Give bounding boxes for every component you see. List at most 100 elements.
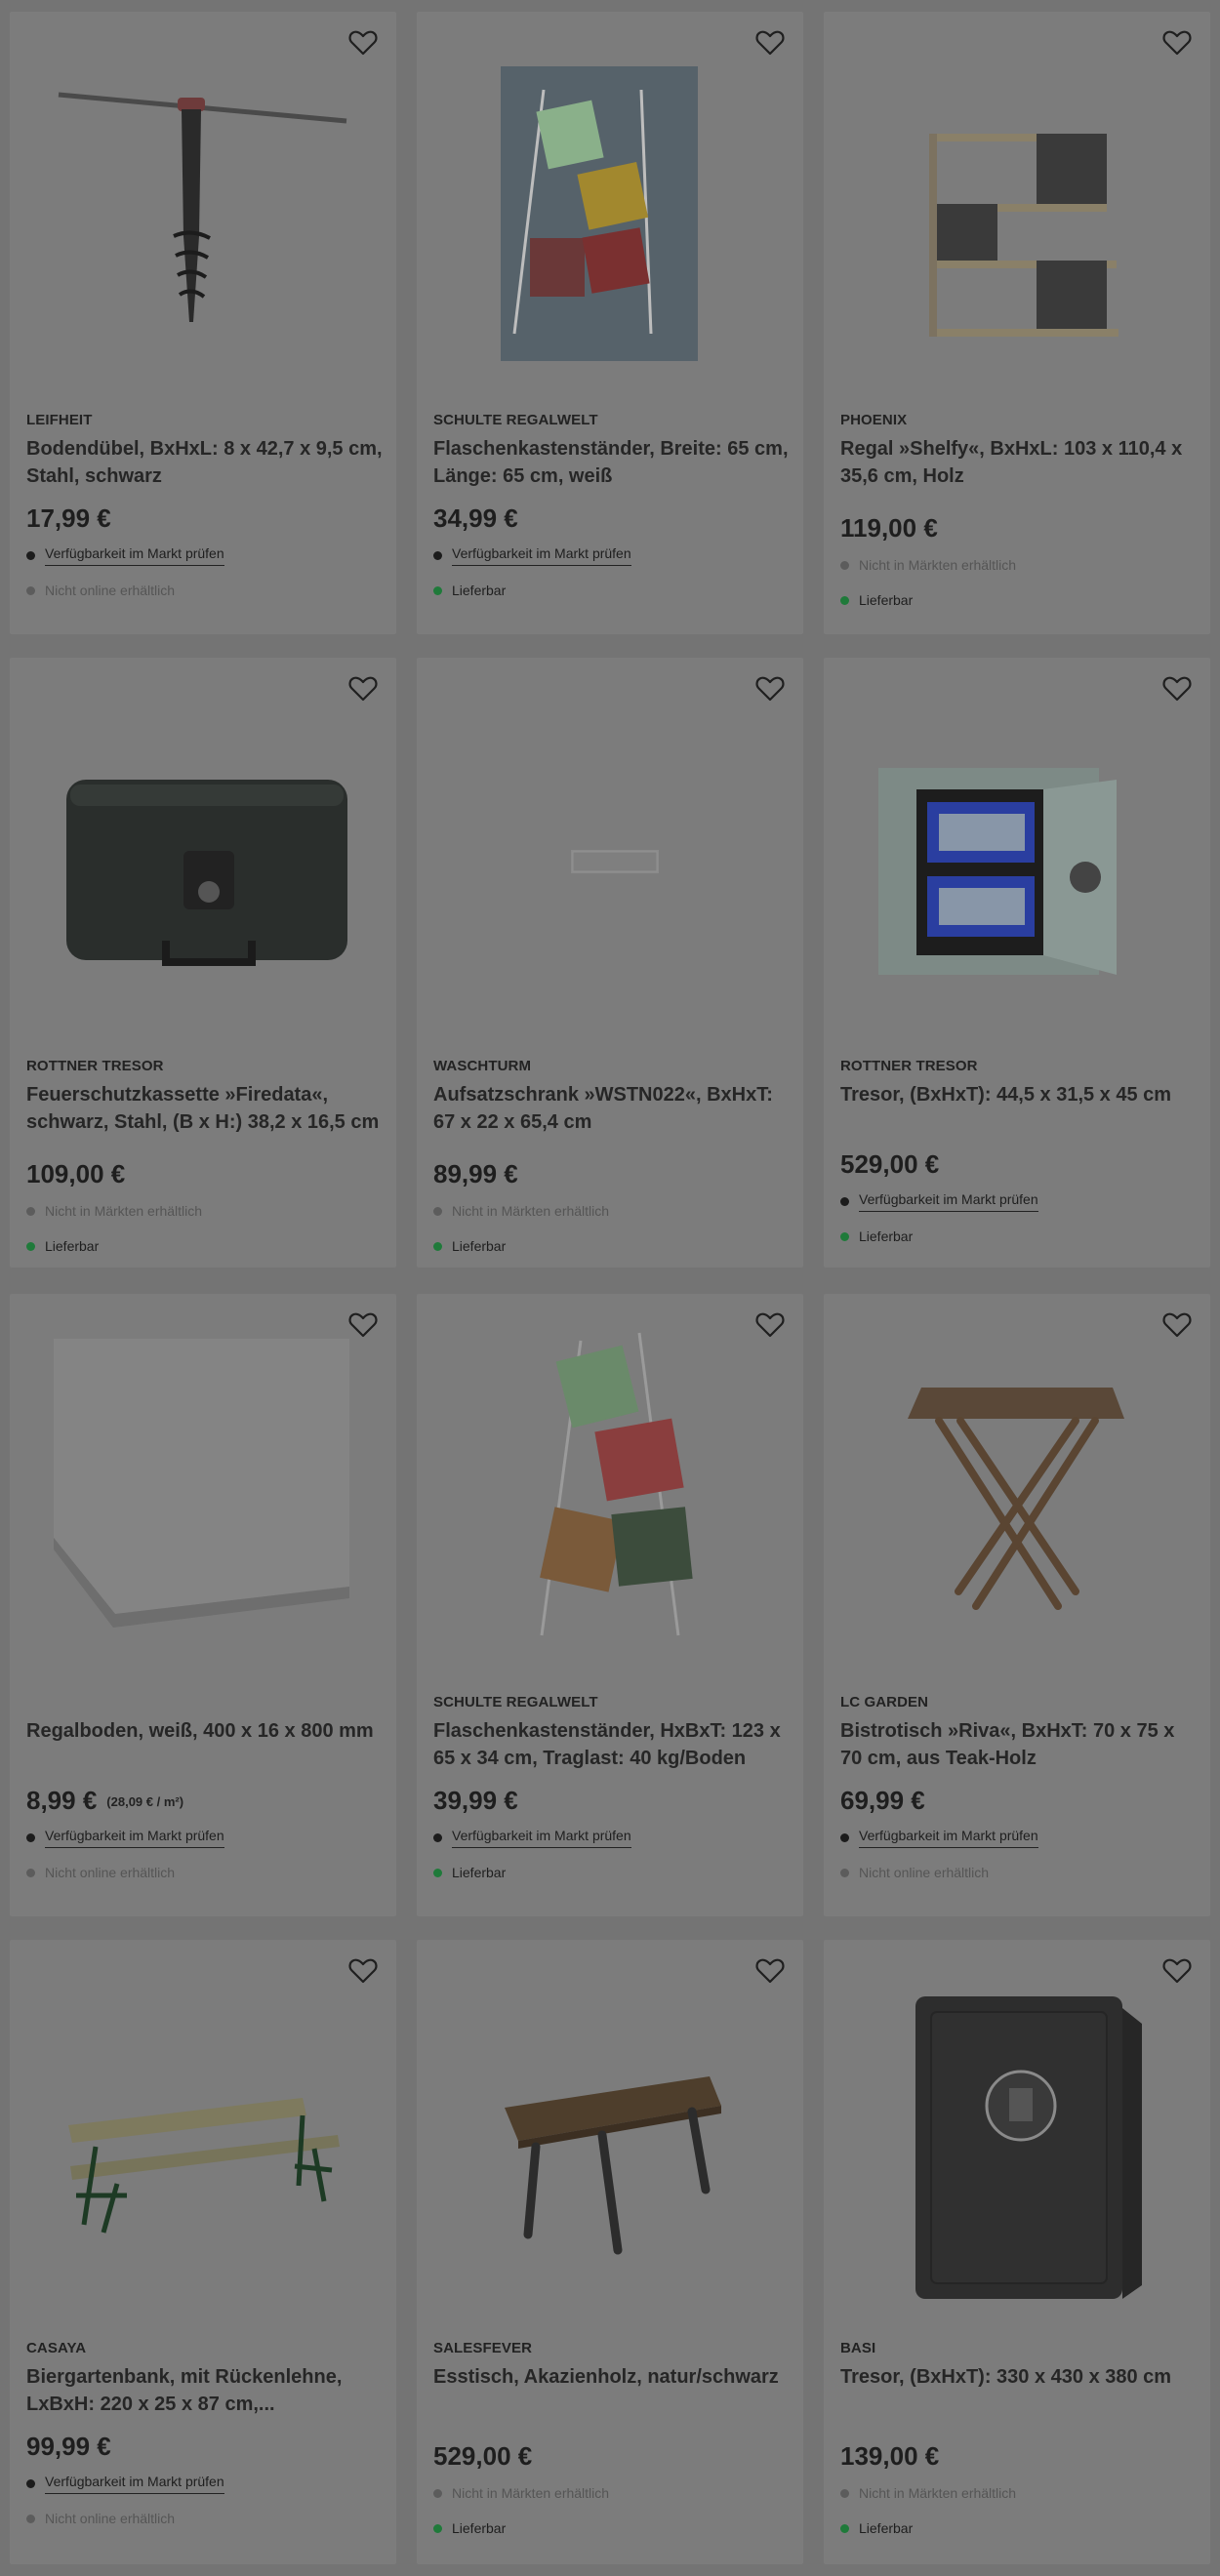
- status-dot-icon: [26, 1241, 35, 1251]
- status-dot-icon: [433, 1832, 442, 1842]
- status-dot-icon: [26, 2514, 35, 2523]
- availability-label: Nicht online erhältlich: [45, 583, 176, 598]
- safe-closed-image[interactable]: [824, 1940, 1210, 2330]
- price-row: 529,00 €: [433, 2441, 790, 2475]
- status-dot-icon: [433, 1868, 442, 1877]
- price-row: 529,00 €: [840, 1149, 1197, 1183]
- heart-icon[interactable]: [347, 1309, 379, 1341]
- heart-icon[interactable]: [347, 1955, 379, 1987]
- store-availability[interactable]: Verfügbarkeit im Markt prüfen: [433, 544, 790, 566]
- heart-icon[interactable]: [1161, 673, 1193, 704]
- product-card[interactable]: SCHULTE REGALWELT Flaschenkastenständer, …: [417, 12, 803, 634]
- store-availability[interactable]: Verfügbarkeit im Markt prüfen: [433, 1827, 790, 1848]
- status-dot-icon: [26, 1868, 35, 1877]
- heart-icon[interactable]: [347, 27, 379, 59]
- check-store-link[interactable]: Verfügbarkeit im Markt prüfen: [45, 2474, 224, 2494]
- check-store-link[interactable]: Verfügbarkeit im Markt prüfen: [859, 1191, 1038, 1212]
- product-brand: BASI: [840, 2340, 876, 2356]
- store-availability[interactable]: Verfügbarkeit im Markt prüfen: [26, 544, 383, 566]
- heart-icon[interactable]: [754, 1309, 786, 1341]
- store-availability[interactable]: Verfügbarkeit im Markt prüfen: [840, 1827, 1197, 1848]
- heart-icon[interactable]: [754, 673, 786, 704]
- availability-label: Lieferbar: [45, 1238, 100, 1254]
- heart-icon[interactable]: [1161, 1309, 1193, 1341]
- product-brand: LEIFHEIT: [26, 412, 93, 428]
- product-title[interactable]: Tresor, (BxHxT): 330 x 430 x 380 cm: [840, 2363, 1197, 2418]
- product-card[interactable]: WASCHTURM Aufsatzschrank »WSTN022«, BxHxT…: [417, 658, 803, 1268]
- crate-stand-image[interactable]: [417, 12, 803, 402]
- product-info: SCHULTE REGALWELT Flaschenkastenständer, …: [433, 412, 790, 601]
- price-row: 119,00 €: [840, 513, 1197, 546]
- product-title[interactable]: Bodendübel, BxHxL: 8 x 42,7 x 9,5 cm, St…: [26, 435, 383, 490]
- product-title[interactable]: Biergartenbank, mit Rückenlehne, LxBxH: …: [26, 2363, 383, 2418]
- availability-label: Lieferbar: [452, 583, 507, 598]
- bench-image[interactable]: [10, 1940, 396, 2330]
- product-info: BASI Tresor, (BxHxT): 330 x 430 x 380 cm 1…: [840, 2340, 1197, 2539]
- product-card[interactable]: LEIFHEIT Bodendübel, BxHxL: 8 x 42,7 x 9,…: [10, 12, 396, 634]
- shelf-board-image[interactable]: [10, 1294, 396, 1684]
- product-title[interactable]: Esstisch, Akazienholz, natur/schwarz: [433, 2363, 790, 2418]
- fire-box-image[interactable]: [10, 658, 396, 1048]
- status-dot-icon: [840, 2523, 849, 2533]
- shelf-image[interactable]: [824, 12, 1210, 402]
- check-store-link[interactable]: Verfügbarkeit im Markt prüfen: [452, 545, 631, 566]
- delivery-status: Lieferbar: [433, 1862, 790, 1883]
- availability-status: Nicht in Märkten erhältlich: [433, 1200, 790, 1222]
- store-availability[interactable]: Verfügbarkeit im Markt prüfen: [26, 1827, 383, 1848]
- product-card[interactable]: Regalboden, weiß, 400 x 16 x 800 mm 8,99 …: [10, 1294, 396, 1916]
- heart-icon[interactable]: [1161, 1955, 1193, 1987]
- product-card[interactable]: CASAYA Biergartenbank, mit Rückenlehne, L…: [10, 1940, 396, 2564]
- check-store-link[interactable]: Verfügbarkeit im Markt prüfen: [45, 545, 224, 566]
- heart-icon[interactable]: [1161, 27, 1193, 59]
- product-card[interactable]: SALESFEVER Esstisch, Akazienholz, natur/s…: [417, 1940, 803, 2564]
- ground-anchor-image[interactable]: [10, 12, 396, 402]
- product-title[interactable]: Regalboden, weiß, 400 x 16 x 800 mm: [26, 1717, 383, 1772]
- heart-icon[interactable]: [754, 1955, 786, 1987]
- dining-table-image[interactable]: [417, 1940, 803, 2330]
- heart-icon[interactable]: [347, 673, 379, 704]
- availability-status: Nicht online erhältlich: [840, 1862, 1197, 1883]
- availability-status: Nicht online erhältlich: [26, 1862, 383, 1883]
- availability-label: Lieferbar: [859, 592, 914, 608]
- product-title[interactable]: Flaschenkastenständer, HxBxT: 123 x 65 x…: [433, 1717, 790, 1772]
- product-info: SCHULTE REGALWELT Flaschenkastenständer, …: [433, 1694, 790, 1883]
- status-dot-icon: [433, 2523, 442, 2533]
- product-title[interactable]: Bistrotisch »Riva«, BxHxT: 70 x 75 x 70 …: [840, 1717, 1197, 1772]
- availability-label: Lieferbar: [452, 1865, 507, 1880]
- product-title[interactable]: Feuerschutzkassette »Firedata«, schwarz,…: [26, 1081, 383, 1136]
- safe-open-image[interactable]: [824, 658, 1210, 1048]
- product-card[interactable]: ROTTNER TRESOR Feuerschutzkassette »Fired…: [10, 658, 396, 1268]
- price-row: 17,99 €: [26, 503, 383, 537]
- product-title[interactable]: Flaschenkastenständer, Breite: 65 cm, Lä…: [433, 435, 790, 490]
- product-price: 39,99 €: [433, 1786, 518, 1815]
- status-dot-icon: [840, 1196, 849, 1206]
- product-card[interactable]: BASI Tresor, (BxHxT): 330 x 430 x 380 cm 1…: [824, 1940, 1210, 2564]
- cabinet-image[interactable]: [417, 658, 803, 1048]
- product-title[interactable]: Aufsatzschrank »WSTN022«, BxHxT: 67 x 22…: [433, 1081, 790, 1136]
- product-card[interactable]: SCHULTE REGALWELT Flaschenkastenständer, …: [417, 1294, 803, 1916]
- bistro-table-image[interactable]: [824, 1294, 1210, 1684]
- check-store-link[interactable]: Verfügbarkeit im Markt prüfen: [859, 1828, 1038, 1848]
- product-title[interactable]: Tresor, (BxHxT): 44,5 x 31,5 x 45 cm: [840, 1081, 1197, 1136]
- status-dot-icon: [26, 2478, 35, 2488]
- check-store-link[interactable]: Verfügbarkeit im Markt prüfen: [45, 1828, 224, 1848]
- delivery-status: Lieferbar: [840, 2517, 1197, 2539]
- availability-label: Lieferbar: [452, 2520, 507, 2536]
- heart-icon[interactable]: [754, 27, 786, 59]
- check-store-link[interactable]: Verfügbarkeit im Markt prüfen: [452, 1828, 631, 1848]
- status-dot-icon: [840, 1231, 849, 1241]
- product-brand: SCHULTE REGALWELT: [433, 412, 598, 428]
- store-availability[interactable]: Verfügbarkeit im Markt prüfen: [26, 2473, 383, 2494]
- store-availability[interactable]: Verfügbarkeit im Markt prüfen: [840, 1190, 1197, 1212]
- status-dot-icon: [26, 550, 35, 560]
- product-card[interactable]: ROTTNER TRESOR Tresor, (BxHxT): 44,5 x 31…: [824, 658, 1210, 1268]
- status-dot-icon: [840, 560, 849, 570]
- status-dot-icon: [26, 585, 35, 595]
- availability-status: Nicht online erhältlich: [26, 2508, 383, 2529]
- product-card[interactable]: PHOENIX Regal »Shelfy«, BxHxL: 103 x 110,…: [824, 12, 1210, 634]
- product-brand: WASCHTURM: [433, 1058, 532, 1074]
- availability-label: Nicht online erhältlich: [45, 2511, 176, 2526]
- product-card[interactable]: LC GARDEN Bistrotisch »Riva«, BxHxT: 70 x…: [824, 1294, 1210, 1916]
- crate-tower-image[interactable]: [417, 1294, 803, 1684]
- product-title[interactable]: Regal »Shelfy«, BxHxL: 103 x 110,4 x 35,…: [840, 435, 1197, 490]
